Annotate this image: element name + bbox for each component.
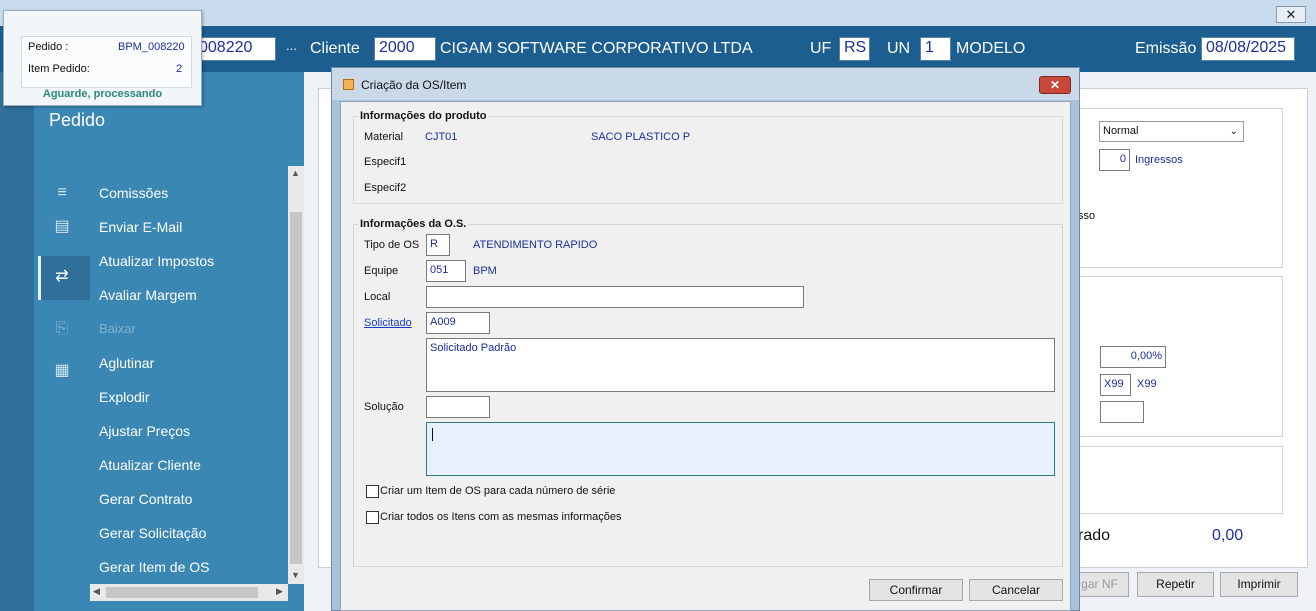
- sidebar-item-ajustar-precos[interactable]: Ajustar Preços: [99, 420, 190, 442]
- cliente-code-field[interactable]: 2000: [374, 37, 436, 61]
- uf-field[interactable]: RS: [839, 37, 870, 61]
- sidebar-item-gerar-item-de-os[interactable]: Gerar Item de OS: [99, 556, 209, 578]
- pedido-number-field[interactable]: 008220: [194, 37, 276, 61]
- checkbox-mesmas-informacoes[interactable]: [366, 511, 379, 524]
- un-label: UN: [887, 40, 911, 57]
- swap-arrows-icon: ⇄: [55, 268, 69, 285]
- popup-pedido-value: BPM_008220: [118, 41, 185, 53]
- cliente-label: Cliente: [310, 40, 360, 57]
- email-icon: ▤: [54, 218, 70, 235]
- scroll-right-icon[interactable]: ▶: [276, 586, 283, 597]
- criacao-os-dialog: Criação da OS/Item ✕ Informações do prod…: [331, 67, 1080, 611]
- text-cursor: [432, 428, 433, 441]
- popup-status: Aguarde, processando: [42, 88, 163, 100]
- partial-label: sso: [1078, 210, 1096, 222]
- tipo-os-desc: ATENDIMENTO RAPIDO: [473, 239, 598, 251]
- sidebar-item-enviar-email[interactable]: Enviar E-Mail: [99, 216, 182, 238]
- equipe-label: Equipe: [364, 265, 399, 277]
- solicitado-field[interactable]: A009: [426, 312, 490, 334]
- material-desc: SACO PLASTICO P: [591, 131, 691, 143]
- sidebar-item-comissoes[interactable]: Comissões: [99, 182, 168, 204]
- ingressos-field[interactable]: 0: [1099, 149, 1130, 171]
- solucao-field[interactable]: [426, 396, 490, 418]
- sidebar-item-atualizar-impostos[interactable]: Atualizar Impostos: [99, 250, 214, 272]
- scroll-up-icon[interactable]: ▲: [291, 168, 300, 178]
- solicitado-link[interactable]: Solicitado: [364, 317, 412, 329]
- sidebar-item-aglutinar[interactable]: Aglutinar: [99, 352, 154, 374]
- dialog-title: Criação da OS/Item: [361, 78, 467, 92]
- imprimir-button[interactable]: Imprimir: [1220, 572, 1298, 597]
- window-close-button[interactable]: ✕: [1276, 6, 1306, 23]
- processing-popup: Pedido : BPM_008220 Item Pedido: 2 Aguar…: [3, 10, 202, 106]
- produto-legend: Informações do produto: [358, 110, 489, 122]
- list-icon: ≡: [57, 184, 67, 201]
- x99-code-field[interactable]: X99: [1100, 374, 1131, 396]
- total-label: rado: [1078, 527, 1111, 544]
- material-code: CJT01: [425, 131, 458, 143]
- type-select-value: Normal: [1103, 125, 1139, 137]
- percent-field[interactable]: 0,00%: [1100, 346, 1166, 368]
- especif1-label: Especif1: [364, 156, 407, 168]
- solucao-label: Solução: [364, 401, 404, 413]
- sidebar-horizontal-scrollbar[interactable]: ◀ ▶: [90, 584, 288, 601]
- confirmar-button[interactable]: Confirmar: [869, 579, 963, 601]
- total-value: 0,00: [1212, 527, 1244, 544]
- popup-pedido-label: Pedido :: [28, 41, 69, 53]
- checkbox-mesmas-informacoes-label[interactable]: Criar todos os Itens com as mesmas infor…: [380, 511, 621, 523]
- solicitado-textarea[interactable]: Solicitado Padrão: [426, 338, 1055, 392]
- type-select[interactable]: Normal ⌄: [1099, 121, 1244, 142]
- modelo-label: MODELO: [956, 40, 1026, 57]
- sidebar-vertical-scrollbar[interactable]: ▲ ▼: [288, 166, 304, 584]
- sidebar-item-gerar-solicitacao[interactable]: Gerar Solicitação: [99, 522, 206, 544]
- left-strip: [0, 72, 34, 611]
- ingressos-label: Ingressos: [1135, 154, 1183, 166]
- dialog-title-bar: Criação da OS/Item ✕: [332, 68, 1079, 100]
- popup-item-label: Item Pedido:: [28, 63, 90, 75]
- uf-label: UF: [810, 40, 832, 57]
- dialog-body: Informações do produto Material CJT01 SA…: [340, 101, 1071, 611]
- produto-groupbox: [353, 116, 1063, 204]
- cancelar-button[interactable]: Cancelar: [969, 579, 1063, 601]
- local-field[interactable]: [426, 286, 804, 308]
- group-box-bottom: [1079, 446, 1283, 514]
- chevron-down-icon: ⌄: [1229, 126, 1238, 137]
- pedido-lookup-button[interactable]: ...: [286, 38, 297, 53]
- material-label: Material: [364, 131, 404, 143]
- cliente-name: CIGAM SOFTWARE CORPORATIVO LTDA: [440, 40, 753, 57]
- scroll-down-icon[interactable]: ▼: [291, 570, 300, 580]
- un-field[interactable]: 1: [920, 37, 951, 61]
- hscroll-thumb[interactable]: [106, 587, 258, 598]
- checkbox-item-por-serie[interactable]: [366, 485, 379, 498]
- equipe-field[interactable]: 051: [426, 260, 466, 282]
- equipe-desc: BPM: [473, 265, 497, 277]
- sidebar-item-gerar-contrato[interactable]: Gerar Contrato: [99, 488, 192, 510]
- copy-icon: ⎘: [55, 320, 69, 337]
- sidebar-title: Pedido: [49, 110, 106, 130]
- scroll-thumb[interactable]: [290, 212, 302, 564]
- empty-field[interactable]: [1100, 401, 1144, 423]
- especif2-label: Especif2: [364, 182, 407, 194]
- sidebar-item-atualizar-cliente[interactable]: Atualizar Cliente: [99, 454, 201, 476]
- x99-label: X99: [1137, 378, 1157, 390]
- sidebar-item-explodir[interactable]: Explodir: [99, 386, 150, 408]
- os-legend: Informações da O.S.: [358, 218, 469, 230]
- calculator-icon: ▦: [54, 362, 70, 379]
- solucao-textarea[interactable]: [426, 422, 1055, 476]
- sidebar-item-baixar: Baixar: [99, 321, 136, 336]
- emissao-date-field[interactable]: 08/08/2025: [1201, 37, 1295, 61]
- popup-item-value: 2: [176, 63, 183, 75]
- dialog-close-button[interactable]: ✕: [1039, 76, 1071, 94]
- local-label: Local: [364, 291, 391, 303]
- sidebar-item-avaliar-margem[interactable]: Avaliar Margem: [99, 284, 197, 306]
- app-icon: [343, 79, 354, 90]
- tipo-os-field[interactable]: R: [426, 234, 450, 256]
- repetir-button[interactable]: Repetir: [1137, 572, 1214, 597]
- tipo-os-label: Tipo de OS: [364, 239, 420, 251]
- scroll-left-icon[interactable]: ◀: [93, 586, 100, 597]
- emissao-label: Emissão: [1135, 40, 1197, 57]
- checkbox-item-por-serie-label[interactable]: Criar um Item de OS para cada número de …: [380, 485, 615, 497]
